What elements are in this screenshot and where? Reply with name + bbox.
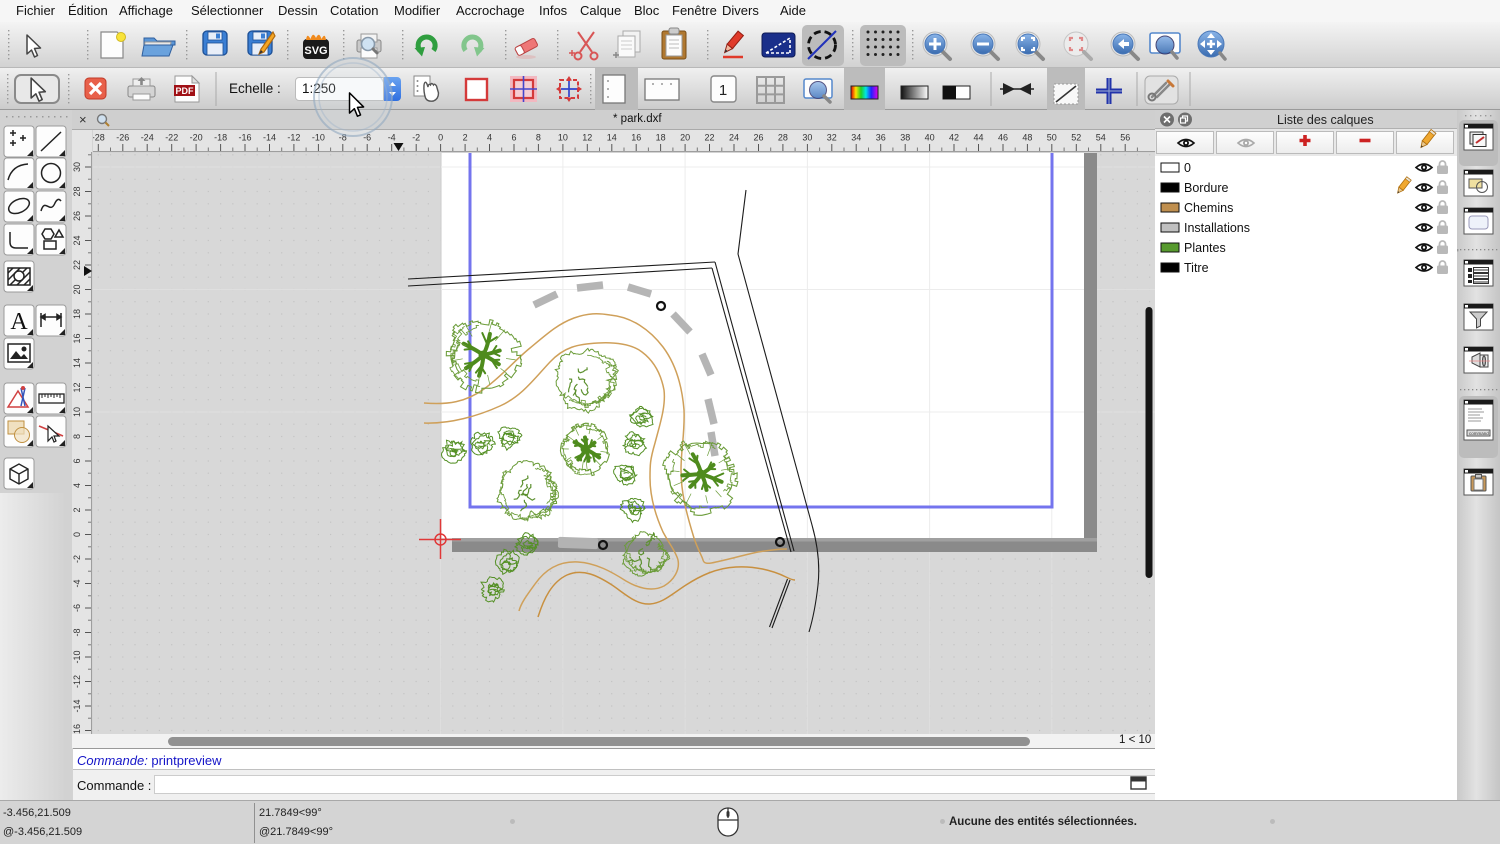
svg-text:Titre: Titre [1184,261,1209,275]
svg-text:-18: -18 [214,133,227,143]
svg-text:2: 2 [72,507,82,512]
svg-text:24: 24 [729,133,739,143]
svg-text:14: 14 [72,358,82,368]
svg-text:Bordure: Bordure [1184,181,1229,195]
svg-text:0: 0 [72,532,82,537]
svg-text:-14: -14 [72,699,82,712]
svg-text:-6: -6 [72,604,82,612]
svg-text:-14: -14 [263,133,276,143]
svg-text:18: 18 [72,309,82,319]
svg-text:8: 8 [536,133,541,143]
svg-text:22: 22 [704,133,714,143]
svg-text:48: 48 [1022,133,1032,143]
svg-text:-20: -20 [190,133,203,143]
svg-text:56: 56 [1120,133,1130,143]
svg-text:command: command [1469,431,1489,436]
svg-text:16: 16 [72,333,82,343]
svg-text:4: 4 [72,483,82,488]
svg-text:6: 6 [511,133,516,143]
svg-text:10: 10 [72,407,82,417]
svg-text:2: 2 [463,133,468,143]
svg-text:44: 44 [973,133,983,143]
svg-text:-12: -12 [287,133,300,143]
svg-text:20: 20 [680,133,690,143]
svg-text:32: 32 [827,133,837,143]
svg-text:42: 42 [949,133,959,143]
svg-text:30: 30 [72,162,82,172]
svg-text:8: 8 [72,434,82,439]
svg-text:-24: -24 [141,133,154,143]
svg-text:-12: -12 [72,675,82,688]
svg-text:6: 6 [72,458,82,463]
svg-text:28: 28 [778,133,788,143]
svg-text:-28: -28 [93,133,105,143]
svg-text:Chemins: Chemins [1184,201,1233,215]
svg-text:-2: -2 [72,555,82,563]
svg-text:-4: -4 [72,579,82,587]
svg-text:16: 16 [631,133,641,143]
svg-text:20: 20 [72,284,82,294]
svg-text:-2: -2 [412,133,420,143]
svg-text:0: 0 [438,133,443,143]
svg-text:40: 40 [925,133,935,143]
svg-text:22: 22 [72,260,82,270]
svg-text:50: 50 [1047,133,1057,143]
svg-text:12: 12 [582,133,592,143]
svg-text:1: 1 [719,82,727,99]
svg-text:-16: -16 [72,724,82,734]
svg-text:54: 54 [1096,133,1106,143]
svg-text:10: 10 [558,133,568,143]
svg-text:-26: -26 [116,133,129,143]
svg-text:Plantes: Plantes [1184,241,1226,255]
svg-text:30: 30 [802,133,812,143]
svg-text:38: 38 [900,133,910,143]
svg-text:-16: -16 [238,133,251,143]
svg-text:28: 28 [72,186,82,196]
svg-text:26: 26 [72,211,82,221]
svg-text:46: 46 [998,133,1008,143]
svg-text:14: 14 [607,133,617,143]
svg-text:-10: -10 [72,650,82,663]
svg-text:A: A [10,309,28,335]
svg-text:52: 52 [1071,133,1081,143]
svg-text:18: 18 [656,133,666,143]
svg-text:24: 24 [72,235,82,245]
svg-text:4: 4 [487,133,492,143]
svg-text:PDF: PDF [176,86,195,96]
svg-text:0: 0 [1184,161,1191,175]
svg-text:-22: -22 [165,133,178,143]
svg-text:34: 34 [851,133,861,143]
svg-text:Installations: Installations [1184,221,1250,235]
svg-text:12: 12 [72,382,82,392]
svg-text:-8: -8 [72,628,82,636]
svg-text:26: 26 [753,133,763,143]
svg-text:36: 36 [876,133,886,143]
